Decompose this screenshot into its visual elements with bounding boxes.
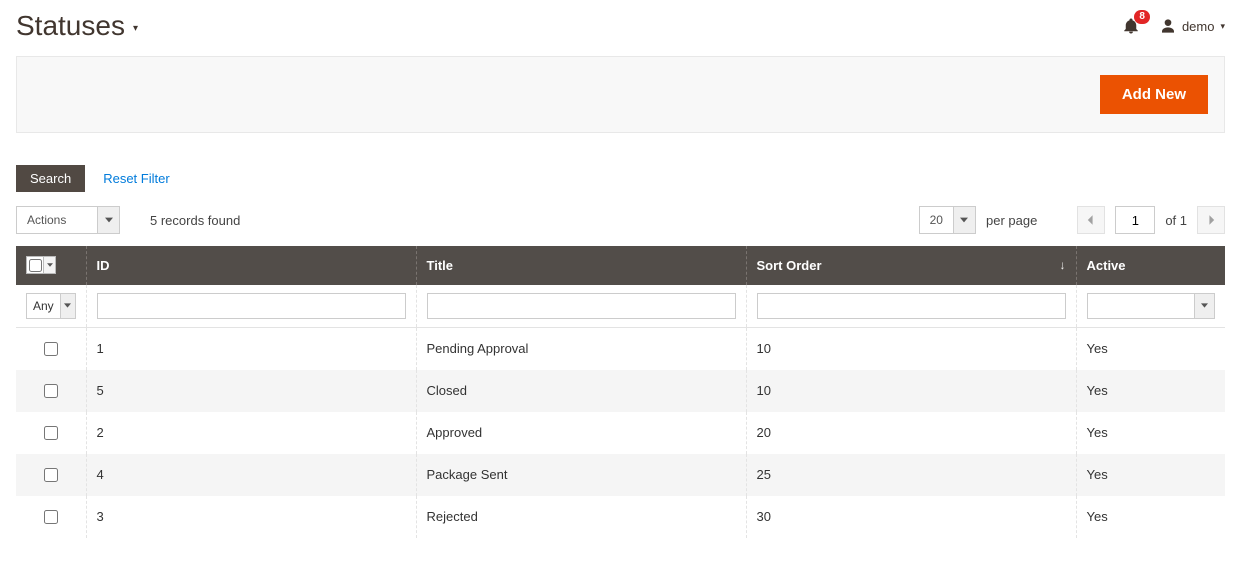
column-header-id[interactable]: ID	[86, 246, 416, 285]
cell-active: Yes	[1076, 412, 1225, 454]
table-row[interactable]: 1Pending Approval10Yes	[16, 327, 1225, 370]
per-page-label: per page	[986, 213, 1037, 228]
chevron-down-icon: ▾	[1220, 21, 1225, 32]
cell-id: 4	[86, 454, 416, 496]
chevron-down-icon	[953, 207, 975, 233]
row-checkbox[interactable]	[44, 426, 58, 440]
table-row[interactable]: 2Approved20Yes	[16, 412, 1225, 454]
mass-actions-select[interactable]: Actions	[16, 206, 120, 234]
add-new-button[interactable]: Add New	[1100, 75, 1208, 114]
column-header-active[interactable]: Active	[1076, 246, 1225, 285]
table-row[interactable]: 5Closed10Yes	[16, 370, 1225, 412]
cell-title: Package Sent	[416, 454, 746, 496]
cell-active: Yes	[1076, 496, 1225, 538]
column-header-sort-order[interactable]: Sort Order↓	[746, 246, 1076, 285]
cell-id: 5	[86, 370, 416, 412]
of-pages-label: of 1	[1165, 213, 1187, 228]
cell-title: Approved	[416, 412, 746, 454]
user-menu[interactable]: demo ▾	[1160, 18, 1225, 34]
title-dropdown-icon[interactable]: ▾	[133, 23, 138, 34]
cell-id: 3	[86, 496, 416, 538]
notifications-button[interactable]: 8	[1122, 17, 1140, 35]
column-header-checkbox[interactable]	[16, 246, 86, 285]
chevron-down-icon	[97, 207, 119, 233]
cell-sort-order: 30	[746, 496, 1076, 538]
chevron-down-icon	[60, 294, 75, 318]
filter-any-select[interactable]: Any	[26, 293, 76, 319]
action-bar: Add New	[16, 56, 1225, 133]
cell-title: Pending Approval	[416, 327, 746, 370]
table-row[interactable]: 3Rejected30Yes	[16, 496, 1225, 538]
filter-active-select[interactable]	[1087, 293, 1216, 319]
row-checkbox[interactable]	[44, 342, 58, 356]
row-checkbox[interactable]	[44, 468, 58, 482]
cell-title: Rejected	[416, 496, 746, 538]
chevron-down-icon	[1194, 294, 1214, 318]
table-row[interactable]: 4Package Sent25Yes	[16, 454, 1225, 496]
cell-active: Yes	[1076, 454, 1225, 496]
row-checkbox[interactable]	[44, 384, 58, 398]
filter-sort-order-input[interactable]	[757, 293, 1066, 319]
sort-descending-icon: ↓	[1060, 258, 1066, 272]
filter-id-input[interactable]	[97, 293, 406, 319]
chevron-down-icon	[43, 257, 55, 273]
prev-page-button[interactable]	[1077, 206, 1105, 234]
data-grid: ID Title Sort Order↓ Active Any	[16, 246, 1225, 538]
records-found-label: 5 records found	[150, 213, 240, 228]
cell-sort-order: 25	[746, 454, 1076, 496]
user-icon	[1160, 18, 1176, 34]
filter-title-input[interactable]	[427, 293, 736, 319]
cell-id: 1	[86, 327, 416, 370]
mass-actions-label: Actions	[17, 207, 97, 233]
cell-active: Yes	[1076, 327, 1225, 370]
cell-title: Closed	[416, 370, 746, 412]
cell-active: Yes	[1076, 370, 1225, 412]
select-all-checkbox[interactable]	[29, 259, 42, 272]
top-bar: Statuses ▾ 8 demo ▾	[16, 10, 1225, 42]
filter-row: Any	[16, 285, 1225, 328]
per-page-select[interactable]: 20	[919, 206, 976, 234]
column-header-title[interactable]: Title	[416, 246, 746, 285]
notifications-badge: 8	[1134, 10, 1150, 24]
user-label: demo	[1182, 19, 1215, 34]
next-page-button[interactable]	[1197, 206, 1225, 234]
search-button[interactable]: Search	[16, 165, 85, 192]
cell-id: 2	[86, 412, 416, 454]
cell-sort-order: 20	[746, 412, 1076, 454]
reset-filter-button[interactable]: Reset Filter	[103, 171, 169, 186]
cell-sort-order: 10	[746, 370, 1076, 412]
page-title: Statuses	[16, 10, 125, 42]
per-page-value: 20	[920, 207, 953, 233]
cell-sort-order: 10	[746, 327, 1076, 370]
page-input[interactable]	[1115, 206, 1155, 234]
row-checkbox[interactable]	[44, 510, 58, 524]
